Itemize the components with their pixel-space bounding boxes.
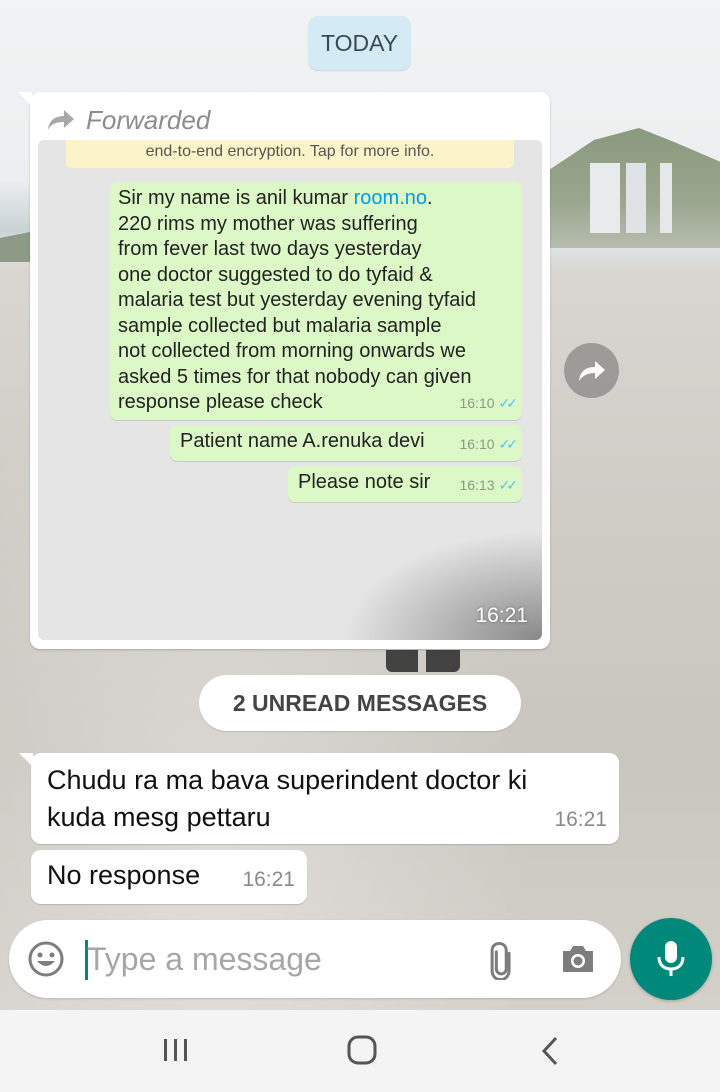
double-check-icon: ✓✓ xyxy=(498,476,519,493)
forward-arrow-icon xyxy=(48,110,74,130)
home-icon[interactable] xyxy=(342,1034,382,1068)
message-input[interactable] xyxy=(87,932,467,986)
message-text: Chudu ra ma bava superindent doctor ki k… xyxy=(47,765,528,832)
image-message-text: Sir my name is anil kumar room.no. 220 r… xyxy=(118,187,476,413)
date-chip-label: TODAY xyxy=(320,29,399,56)
image-message-bubble: Sir my name is anil kumar room.no. 220 r… xyxy=(110,182,522,420)
incoming-message[interactable]: No response 16:21 xyxy=(31,850,307,904)
wallpaper-feet xyxy=(386,650,460,672)
message-time: 16:21 xyxy=(242,868,295,891)
unread-messages-label: 2 UNREAD MESSAGES xyxy=(232,689,488,716)
message-composer xyxy=(9,920,621,998)
image-message-link: room.no xyxy=(353,187,427,209)
image-message-bubble: Patient name A.renuka devi 16:10 ✓✓ xyxy=(170,425,522,461)
message-text: No response xyxy=(47,860,201,890)
incoming-message[interactable]: Chudu ra ma bava superindent doctor ki k… xyxy=(19,753,619,844)
unread-messages-banner: 2 UNREAD MESSAGES xyxy=(199,675,521,731)
android-navigation-bar xyxy=(0,1010,720,1092)
forward-button[interactable] xyxy=(564,343,619,398)
double-check-icon: ✓✓ xyxy=(498,435,519,452)
double-check-icon: ✓✓ xyxy=(498,394,519,411)
forwarded-screenshot-image[interactable]: end-to-end encryption. Tap for more info… xyxy=(38,140,542,640)
message-time: 16:21 xyxy=(554,808,607,831)
encryption-notice: end-to-end encryption. Tap for more info… xyxy=(66,140,514,168)
microphone-icon xyxy=(657,941,685,976)
voice-record-button[interactable] xyxy=(630,918,712,1000)
date-chip: TODAY xyxy=(308,16,411,70)
back-icon[interactable] xyxy=(530,1034,570,1068)
image-message-text: Patient name A.renuka devi xyxy=(180,430,425,452)
recents-icon[interactable] xyxy=(156,1034,196,1068)
image-message-meta: 16:10 ✓✓ xyxy=(459,432,519,458)
image-message-text: Please note sir xyxy=(298,471,431,493)
image-message-bubble: Please note sir 16:13 ✓✓ xyxy=(288,466,522,502)
paperclip-icon[interactable] xyxy=(481,938,523,980)
image-message-meta: 16:10 ✓✓ xyxy=(459,391,519,417)
emoji-icon[interactable] xyxy=(27,940,65,978)
forwarded-image-message[interactable]: Forwarded end-to-end encryption. Tap for… xyxy=(18,92,550,649)
share-forward-icon xyxy=(578,360,605,381)
wallpaper-buildings xyxy=(560,163,680,233)
forwarded-label: Forwarded xyxy=(86,104,211,135)
image-message-meta: 16:13 ✓✓ xyxy=(459,473,519,499)
forwarded-message-time: 16:21 xyxy=(475,604,528,627)
camera-icon[interactable] xyxy=(559,940,597,978)
forwarded-header: Forwarded xyxy=(46,100,210,140)
